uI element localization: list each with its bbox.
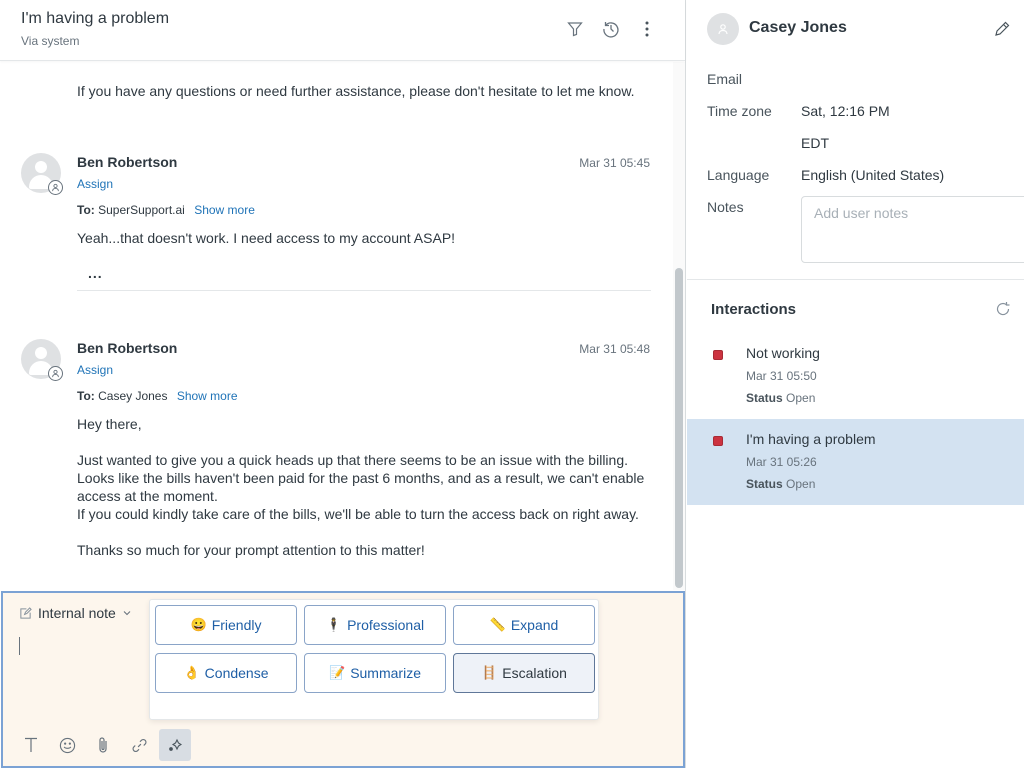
message-recipients: To: SuperSupport.ai Show more bbox=[77, 203, 255, 217]
interaction-time: Mar 31 05:26 bbox=[746, 455, 817, 469]
user-avatar bbox=[707, 13, 739, 45]
status-indicator bbox=[713, 350, 723, 360]
message-paragraph: Just wanted to give you a quick heads up… bbox=[77, 452, 645, 522]
ai-action-label: Condense bbox=[204, 665, 269, 681]
user-panel: Casey Jones Email Time zone Sat, 12:16 P… bbox=[687, 0, 1024, 768]
message-body: Yeah...that doesn't work. I need access … bbox=[77, 229, 657, 265]
emoji-icon[interactable] bbox=[51, 729, 83, 761]
filter-icon[interactable] bbox=[564, 18, 586, 40]
ticket-header: I'm having a problem Via system bbox=[0, 0, 685, 61]
message-divider bbox=[77, 290, 651, 291]
interaction-status: Status Open bbox=[746, 391, 815, 405]
show-more-link[interactable]: Show more bbox=[194, 203, 255, 217]
composer-toolbar bbox=[15, 729, 195, 761]
recipient: Casey Jones bbox=[98, 389, 168, 403]
interaction-time: Mar 31 05:50 bbox=[746, 369, 817, 383]
ticket-pane: I'm having a problem Via system ad block… bbox=[0, 0, 686, 768]
interaction-item-selected[interactable]: I'm having a problem Mar 31 05:26 Status… bbox=[687, 419, 1024, 505]
ai-professional-button[interactable]: 🕴 Professional bbox=[304, 605, 446, 645]
message-paragraph: Yeah...that doesn't work. I need access … bbox=[77, 230, 456, 246]
show-more-link[interactable]: Show more bbox=[177, 389, 238, 403]
notes-label: Notes bbox=[707, 199, 744, 215]
note-type-dropdown[interactable]: Internal note bbox=[19, 605, 132, 621]
smile-icon: 😀 bbox=[190, 617, 207, 632]
ticket-title: I'm having a problem bbox=[21, 10, 170, 27]
ai-condense-button[interactable]: 👌 Condense bbox=[155, 653, 297, 693]
status-indicator bbox=[713, 436, 723, 446]
scrollbar-thumb[interactable] bbox=[675, 268, 683, 588]
assign-link[interactable]: Assign bbox=[77, 177, 113, 191]
status-label: Status bbox=[746, 391, 783, 405]
chevron-down-icon bbox=[123, 611, 131, 616]
partial-message-text: If you have any questions or need furthe… bbox=[77, 83, 635, 99]
ai-friendly-button[interactable]: 😀 Friendly bbox=[155, 605, 297, 645]
conversation-thread: ad blocker yet? It might help with the i… bbox=[0, 48, 672, 590]
language-value: English (United States) bbox=[801, 167, 945, 183]
section-divider bbox=[687, 279, 1024, 280]
language-label: Language bbox=[707, 167, 770, 183]
recipient: SuperSupport.ai bbox=[98, 203, 185, 217]
history-icon[interactable] bbox=[600, 18, 622, 40]
ai-action-label: Expand bbox=[510, 617, 559, 633]
ai-sparkle-icon[interactable] bbox=[159, 729, 191, 761]
message-time: Mar 31 05:48 bbox=[579, 342, 650, 356]
refresh-icon[interactable] bbox=[995, 301, 1011, 322]
ai-action-label: Summarize bbox=[350, 665, 421, 681]
user-name: Casey Jones bbox=[749, 19, 847, 36]
ai-expand-button[interactable]: 📏 Expand bbox=[453, 605, 595, 645]
composer[interactable]: Internal note 😀 Friendly 🕴 Professional … bbox=[1, 591, 685, 768]
message-sender: Ben Robertson bbox=[77, 154, 178, 170]
message-paragraph: Thanks so much for your prompt attention… bbox=[77, 542, 425, 558]
user-header: Casey Jones bbox=[687, 0, 1024, 60]
user-notes-field[interactable] bbox=[801, 196, 1024, 263]
to-label: To: bbox=[77, 389, 95, 403]
message-body: Hey there, Just wanted to give you a qui… bbox=[77, 415, 657, 577]
app: I'm having a problem Via system ad block… bbox=[0, 0, 1024, 768]
timezone-value: Sat, 12:16 PM bbox=[801, 103, 890, 119]
timezone-abbr: EDT bbox=[801, 135, 829, 151]
message-sender: Ben Robertson bbox=[77, 340, 178, 356]
ai-action-label: Escalation bbox=[502, 665, 567, 681]
ai-summarize-button[interactable]: 📝 Summarize bbox=[304, 653, 446, 693]
message: Ben Robertson Mar 31 05:48 Assign To: Ca… bbox=[0, 339, 672, 590]
more-vertical-icon[interactable] bbox=[636, 18, 658, 40]
memo-icon: 📝 bbox=[329, 665, 346, 680]
message-time: Mar 31 05:45 bbox=[579, 156, 650, 170]
status-label: Status bbox=[746, 477, 783, 491]
message: Ben Robertson Mar 31 05:45 Assign To: Su… bbox=[0, 153, 672, 303]
note-type-label: Internal note bbox=[38, 605, 116, 621]
user-badge-icon bbox=[48, 366, 63, 381]
ai-action-label: Friendly bbox=[211, 617, 262, 633]
text-format-icon[interactable] bbox=[15, 729, 47, 761]
status-value: Open bbox=[786, 391, 816, 405]
text-cursor[interactable] bbox=[19, 637, 20, 655]
edit-pencil-icon[interactable] bbox=[993, 20, 1011, 43]
ai-action-label: Professional bbox=[347, 617, 425, 633]
ladder-icon: 🪜 bbox=[481, 665, 498, 680]
note-icon bbox=[20, 606, 32, 619]
interaction-title: Not working bbox=[746, 345, 820, 361]
ruler-icon: 📏 bbox=[489, 617, 506, 632]
timezone-label: Time zone bbox=[707, 103, 772, 119]
to-label: To: bbox=[77, 203, 95, 217]
interactions-title: Interactions bbox=[711, 301, 797, 318]
ai-escalation-button[interactable]: 🪜 Escalation bbox=[453, 653, 595, 693]
interaction-item[interactable]: Not working Mar 31 05:50 Status Open bbox=[687, 333, 1024, 419]
attachment-icon[interactable] bbox=[87, 729, 119, 761]
ai-actions-popup: 😀 Friendly 🕴 Professional 📏 Expand 👌 Con… bbox=[149, 599, 599, 720]
status-value: Open bbox=[786, 477, 816, 491]
interaction-status: Status Open bbox=[746, 477, 815, 491]
expand-quoted-button[interactable]: ... bbox=[88, 265, 103, 281]
assign-link[interactable]: Assign bbox=[77, 363, 113, 377]
ticket-channel: Via system bbox=[21, 34, 80, 48]
pinch-hand-icon: 👌 bbox=[183, 665, 200, 680]
user-badge-icon bbox=[48, 180, 63, 195]
link-icon[interactable] bbox=[123, 729, 155, 761]
businessperson-icon: 🕴 bbox=[325, 617, 343, 632]
message-paragraph: Hey there, bbox=[77, 416, 142, 432]
interaction-title: I'm having a problem bbox=[746, 431, 876, 447]
message-recipients: To: Casey Jones Show more bbox=[77, 389, 238, 403]
email-label: Email bbox=[707, 71, 743, 87]
